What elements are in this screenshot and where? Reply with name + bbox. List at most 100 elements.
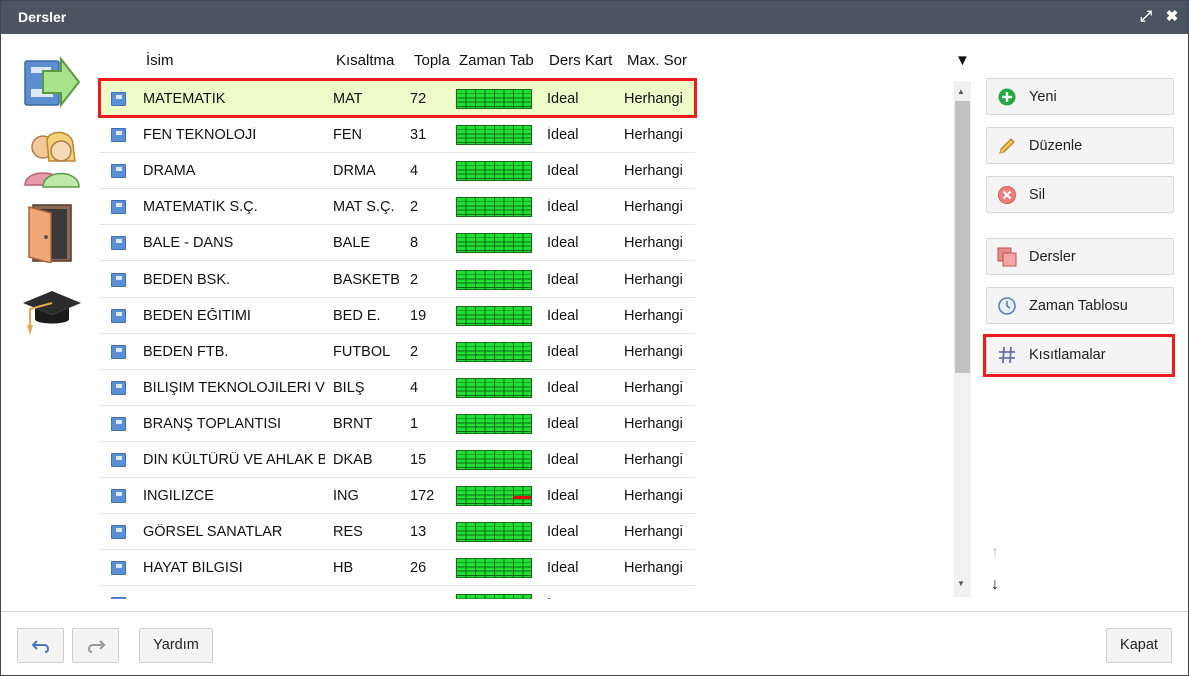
lesson-name: DİN KÜLTÜRÜ VE AHLAK B (143, 452, 325, 468)
title-bar: Dersler ⤢ ✖ (1, 1, 1188, 34)
lesson-icon (111, 416, 126, 431)
lesson-icon (111, 308, 126, 323)
table-row[interactable]: BEDEN BSK. BASKETB 2 İdeal Herhangi (99, 262, 695, 298)
close-button[interactable]: Kapat (1106, 628, 1172, 663)
lesson-total: 172 (410, 488, 435, 505)
close-icon[interactable]: ✖ (1163, 7, 1181, 27)
lesson-card-status: İdeal (547, 271, 579, 288)
graduation-cap-icon[interactable] (21, 283, 83, 345)
lesson-name: HAYAT BİLGİSİ (143, 560, 243, 577)
lesson-icon (111, 92, 126, 106)
lesson-name: DRAMA (143, 163, 196, 180)
classroom-door-icon[interactable] (21, 201, 83, 264)
lesson-name: MATEMATİK (143, 91, 226, 107)
lesson-card-status: İ (547, 596, 617, 599)
hash-icon (999, 346, 1015, 364)
table-row[interactable]: İ (99, 586, 695, 599)
new-button[interactable]: Yeni (986, 78, 1174, 115)
table-row[interactable]: İNGİLİZCE İNG 172 İdeal Herhangi (99, 478, 695, 515)
lesson-abbreviation: DKAB (333, 452, 373, 468)
lesson-total: 1 (410, 415, 419, 432)
undo-button[interactable] (17, 628, 64, 663)
column-header-abbr[interactable]: Kısaltma (336, 52, 402, 69)
constraints-button[interactable]: Kısıtlamalar (986, 336, 1174, 373)
timetable-button[interactable]: Zaman Tablosu (986, 287, 1174, 324)
pencil-icon (999, 138, 1015, 154)
table-row[interactable]: MATEMATİK MAT 72 İdeal Herhangi (99, 81, 695, 117)
table-row[interactable]: BEDEN EĞİTİMİ BED E. 19 İdeal Herhangi (99, 298, 695, 334)
lesson-card-status: İdeal (547, 307, 579, 324)
lesson-total: 2 (410, 271, 419, 288)
lesson-name: İNGİLİZCE (143, 488, 214, 505)
footer-divider (1, 611, 1188, 612)
lesson-name: FEN TEKNOLOJİ (143, 127, 257, 144)
lesson-max-per-day: Herhangi (624, 163, 683, 180)
table-row[interactable]: HAYAT BİLGİSİ HB 26 İdeal Herhangi (99, 550, 695, 587)
table-row[interactable]: BRANŞ TOPLANTISI BRNT 1 İdeal Herhangi (99, 406, 695, 442)
lesson-name: BALE - DANS (143, 235, 234, 252)
scroll-down-icon[interactable]: ▼ (957, 579, 965, 588)
maximize-icon[interactable]: ⤢ (1137, 7, 1155, 27)
lesson-total: 72 (410, 91, 427, 107)
constraints-button-label: Kısıtlamalar (1029, 347, 1106, 363)
move-down-arrow-icon[interactable]: ↓ (991, 576, 999, 594)
table-row[interactable]: BEDEN FTB. FUTBOL 2 İdeal Herhangi (99, 334, 695, 370)
lesson-name: MATEMATİK S.Ç. (143, 199, 258, 216)
lesson-abbreviation: HB (333, 560, 354, 577)
column-header-max[interactable]: Max. Sor (627, 52, 695, 69)
delete-button-label: Sil (1029, 187, 1046, 203)
lesson-abbreviation: BASKETB (333, 271, 400, 288)
lesson-icon (111, 344, 126, 359)
lessons-button-label: Dersler (1029, 249, 1076, 265)
table-row[interactable]: DRAMA DRMA 4 İdeal Herhangi (99, 153, 695, 190)
lesson-icon (111, 236, 126, 251)
lesson-total: 4 (410, 163, 419, 180)
delete-button[interactable]: Sil (986, 176, 1174, 213)
timetable-preview (456, 305, 532, 326)
lesson-max-per-day: Herhangi (624, 524, 683, 541)
redo-button[interactable] (72, 628, 119, 663)
timetable-preview (456, 89, 532, 109)
teachers-icon[interactable] (21, 127, 83, 189)
lesson-abbreviation: BALE (333, 235, 371, 252)
column-header-timetable[interactable]: Zaman Tab (459, 52, 541, 69)
lesson-total: 26 (410, 560, 427, 577)
grid-scrollbar[interactable]: ▲ ▼ (954, 81, 971, 597)
table-row[interactable]: DİN KÜLTÜRÜ VE AHLAK B DKAB 15 İdeal Herhang… (99, 442, 695, 478)
lesson-total: 19 (410, 307, 427, 324)
table-row[interactable]: BALE - DANS BALE 8 İdeal Herhangi (99, 225, 695, 262)
table-row[interactable]: BİLİŞİM TEKNOLOJİLERİ V BİLŞ 4 İdeal Herhang… (99, 370, 695, 406)
lesson-card-status: İdeal (547, 415, 579, 432)
timetable-preview (456, 125, 532, 146)
lesson-name: BEDEN FTB. (143, 343, 229, 360)
column-header-total[interactable]: Topla (414, 52, 451, 69)
timetable-preview (456, 269, 532, 290)
lesson-icon (111, 272, 126, 287)
lesson-name: BİLİŞİM TEKNOLOJİLERİ V (143, 379, 325, 396)
table-row[interactable]: MATEMATİK S.Ç. MAT S.Ç. 2 İdeal Herhangi (99, 189, 695, 226)
lesson-icon (111, 200, 126, 215)
move-up-arrow-icon[interactable]: ↑ (991, 544, 999, 562)
scrollbar-thumb[interactable] (955, 101, 970, 373)
lessons-arrow-icon[interactable] (21, 51, 83, 113)
lesson-abbreviation: MAT (333, 91, 363, 107)
lesson-card-status: İdeal (547, 560, 579, 577)
table-row[interactable]: FEN TEKNOLOJİ FEN 31 İdeal Herhangi (99, 117, 695, 154)
table-row[interactable]: GÖRSEL SANATLAR RES 13 İdeal Herhangi (99, 514, 695, 551)
grid-header: İsim Kısaltma Topla Zaman Tab Ders Kart … (99, 39, 973, 79)
scroll-up-icon[interactable]: ▲ (957, 87, 965, 96)
lesson-total: 8 (410, 235, 419, 252)
edit-button[interactable]: Düzenle (986, 127, 1174, 164)
lesson-card-status: İdeal (547, 127, 579, 144)
window-title: Dersler (18, 9, 67, 25)
column-menu-icon[interactable]: ▼ (955, 52, 970, 69)
lesson-name: GÖRSEL SANATLAR (143, 524, 283, 541)
lessons-button[interactable]: Dersler (986, 238, 1174, 275)
lesson-icon (111, 380, 126, 395)
help-button[interactable]: Yardım (139, 628, 213, 663)
lesson-name: BEDEN BSK. (143, 271, 231, 288)
lesson-total: 13 (410, 524, 427, 541)
column-header-name[interactable]: İsim (146, 52, 226, 69)
lesson-max-per-day: Herhangi (624, 307, 683, 324)
column-header-lesson-cards[interactable]: Ders Kart (549, 52, 617, 69)
